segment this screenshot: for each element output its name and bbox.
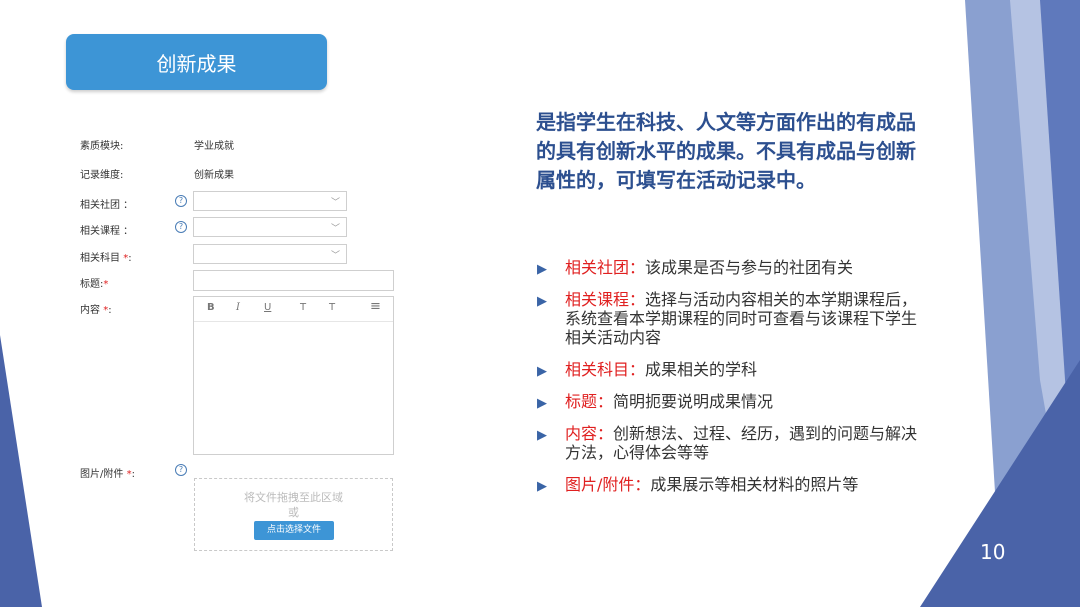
intro-text: 是指学生在科技、人文等方面作出的有成品的具有创新水平的成果。不具有成品与创新属性… — [536, 110, 916, 192]
align-icon[interactable]: ≡ — [370, 299, 381, 314]
list-item: ▶ 相关科目：成果相关的学科 — [537, 360, 927, 379]
term: 标题： — [565, 392, 614, 411]
description: 成果相关的学科 — [645, 360, 758, 379]
description: 创新想法、过程、经历，遇到的问题与解决方法，心得体会等等 — [565, 424, 918, 462]
description: 简明扼要说明成果情况 — [613, 392, 774, 411]
chevron-down-icon: ﹀ — [330, 251, 340, 261]
term: 相关科目： — [565, 360, 646, 379]
attachment-label: 图片/附件 — [80, 469, 124, 480]
dimension-label: 记录维度: — [80, 170, 124, 181]
content-label-group: 内容 *: — [80, 301, 112, 316]
module-label: 素质模块: — [80, 141, 124, 152]
triangle-bullet-icon: ▶ — [537, 294, 547, 309]
content-editor[interactable]: B I U T T ≡ — [193, 296, 394, 455]
help-icon[interactable]: ? — [175, 464, 187, 476]
bold-icon[interactable]: B — [207, 302, 215, 313]
editor-toolbar: B I U T T ≡ — [194, 297, 393, 322]
upload-or: 或 — [288, 506, 299, 519]
club-select[interactable]: ﹀ — [193, 191, 347, 211]
subject-label-group: 相关科目 *: — [80, 249, 132, 264]
dimension-value: 创新成果 — [194, 170, 234, 181]
triangle-bullet-icon: ▶ — [537, 479, 547, 494]
term: 相关社团： — [565, 258, 646, 277]
list-item: ▶ 图片/附件：成果展示等相关材料的照片等 — [537, 475, 927, 494]
subscript-icon[interactable]: T — [329, 302, 335, 313]
title-input[interactable] — [193, 270, 394, 291]
course-label: 相关课程 ： — [80, 226, 134, 237]
field-description-list: ▶ 相关社团：该成果是否与参与的社团有关 ▶ 相关课程：选择与活动内容相关的本学期课… — [537, 258, 927, 507]
list-item: ▶ 相关社团：该成果是否与参与的社团有关 — [537, 258, 927, 277]
form-screenshot: 素质模块: 学业成就 记录维度: 创新成果 相关社团 ： ? ﹀ 相关课程 ： … — [0, 0, 420, 607]
subject-label: 相关科目 — [80, 253, 120, 264]
content-label: 内容 — [80, 305, 100, 316]
term: 相关课程： — [565, 290, 646, 309]
list-item: ▶ 内容：创新想法、过程、经历，遇到的问题与解决方法，心得体会等等 — [537, 424, 927, 462]
chevron-down-icon: ﹀ — [330, 224, 340, 234]
title-label-group: 标题:* — [80, 275, 108, 290]
term: 图片/附件： — [565, 475, 651, 494]
attachment-label-group: 图片/附件 *: — [80, 465, 135, 480]
subject-select[interactable]: ﹀ — [193, 244, 347, 264]
choose-file-button[interactable]: 点击选择文件 — [254, 521, 334, 540]
chevron-down-icon: ﹀ — [330, 198, 340, 208]
underline-icon[interactable]: U — [264, 302, 271, 313]
term: 内容： — [565, 424, 614, 443]
course-select[interactable]: ﹀ — [193, 217, 347, 237]
club-label: 相关社团 ： — [80, 200, 134, 211]
help-icon[interactable]: ? — [175, 221, 187, 233]
description: 成果展示等相关材料的照片等 — [650, 475, 859, 494]
help-icon[interactable]: ? — [175, 195, 187, 207]
description: 该成果是否与参与的社团有关 — [645, 258, 854, 277]
triangle-bullet-icon: ▶ — [537, 262, 547, 277]
triangle-bullet-icon: ▶ — [537, 428, 547, 443]
triangle-bullet-icon: ▶ — [537, 396, 547, 411]
italic-icon[interactable]: I — [236, 302, 240, 313]
triangle-bullet-icon: ▶ — [537, 364, 547, 379]
module-value: 学业成就 — [194, 141, 234, 152]
colon: : — [128, 253, 132, 264]
page-number: 10 — [980, 540, 1006, 564]
upload-hint: 将文件拖拽至此区域 — [244, 491, 343, 504]
required-mark: * — [103, 279, 109, 290]
title-label: 标题: — [80, 279, 104, 290]
superscript-icon[interactable]: T — [300, 302, 306, 313]
colon: : — [131, 469, 135, 480]
list-item: ▶ 标题：简明扼要说明成果情况 — [537, 392, 927, 411]
colon: : — [108, 305, 112, 316]
list-item: ▶ 相关课程：选择与活动内容相关的本学期课程后，系统查看本学期课程的同时可查看与该… — [537, 290, 927, 347]
upload-dropzone[interactable]: 将文件拖拽至此区域 或 点击选择文件 — [194, 478, 393, 551]
